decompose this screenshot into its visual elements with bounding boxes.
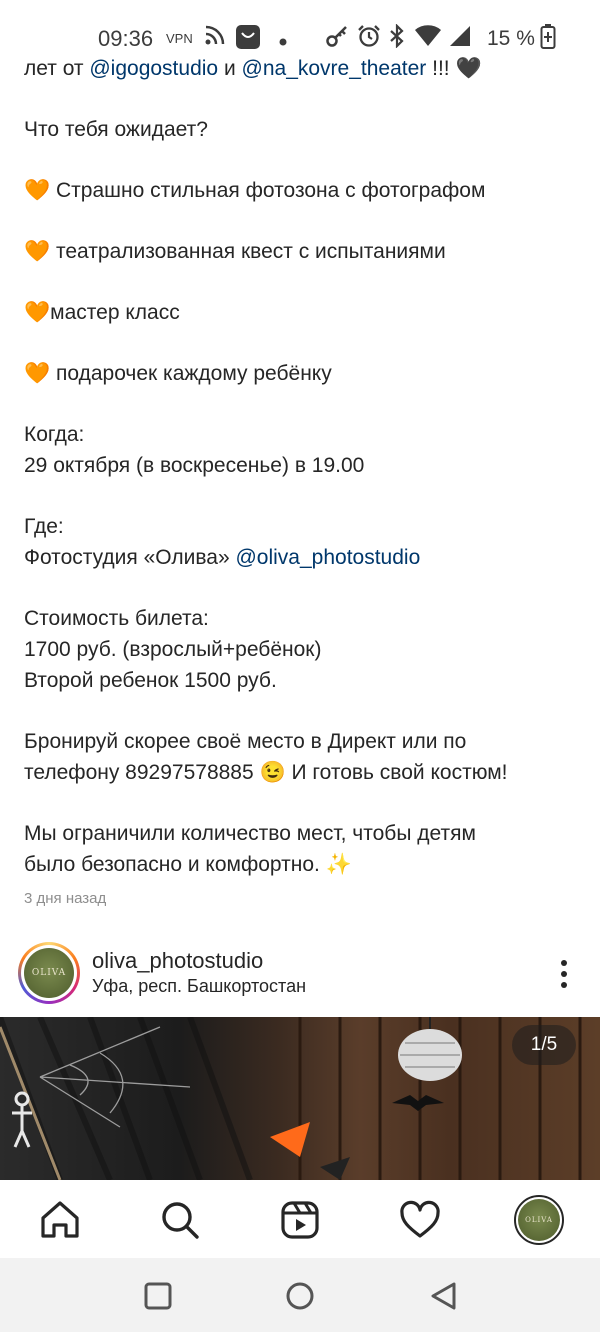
carousel-counter: 1/5 [512, 1025, 576, 1065]
caption-text: мастер класс [50, 301, 180, 324]
post-image[interactable] [0, 1017, 600, 1180]
orange-heart-icon: 🧡 [24, 362, 51, 385]
caption-line: Где: [24, 515, 64, 538]
avatar-logo: OLIVA [24, 948, 74, 998]
caption-line: Бронируй скорее своё место в Директ или … [24, 730, 467, 753]
more-options-icon[interactable] [552, 958, 576, 990]
vpn-indicator: VPN [166, 31, 193, 46]
caption-line: 1700 руб. (взрослый+ребёнок) [24, 638, 322, 661]
caption-line: телефону 89297578885 😉 И готовь свой кос… [24, 761, 508, 784]
orange-heart-icon: 🧡 [24, 301, 51, 324]
caption-text: театрализованная квест с испытаниями [50, 240, 446, 263]
recents-button[interactable] [142, 1280, 174, 1312]
signal-icon [448, 24, 472, 53]
caption-line: 🧡 подарочек каждому ребёнку [24, 362, 332, 386]
caption-line: 29 октября (в воскресенье) в 19.00 [24, 454, 365, 477]
alarm-icon [357, 24, 381, 53]
caption-text: подарочек каждому ребёнку [50, 362, 332, 385]
caption-line: Что тебя ожидает? [24, 118, 208, 141]
key-icon [326, 24, 350, 53]
reels-icon[interactable] [278, 1198, 322, 1242]
post-username[interactable]: oliva_photostudio [92, 948, 263, 974]
back-button[interactable] [428, 1280, 460, 1312]
avatar[interactable]: OLIVA [18, 942, 80, 1004]
profile-avatar-logo: OLIVA [518, 1199, 560, 1241]
post-photo-scene [0, 1017, 582, 1180]
status-bar: 09:36 VPN 15 % [0, 0, 600, 60]
battery-charging-icon [540, 24, 556, 55]
mention-oliva-photostudio[interactable]: @oliva_photostudio [235, 546, 420, 569]
mention-na-kovre-theater[interactable]: @na_kovre_theater [242, 57, 427, 80]
home-icon[interactable] [38, 1198, 82, 1242]
caption-line: Фотостудия «Олива» @oliva_photostudio [24, 546, 420, 570]
system-nav-bar [0, 1258, 600, 1332]
caption-line: 🧡 Страшно стильная фотозона с фотографом [24, 179, 485, 203]
rss-icon [204, 24, 226, 51]
dot-icon [279, 33, 287, 51]
caption-text: Фотостудия «Олива» [24, 546, 236, 569]
caption-line: лет от @igogostudio и @na_kovre_theater … [24, 57, 482, 81]
profile-avatar[interactable]: OLIVA [514, 1195, 564, 1245]
post-time-ago: 3 дня назад [24, 890, 107, 907]
caption-text: Страшно стильная фотозона с фотографом [50, 179, 486, 202]
caption-line: Второй ребенок 1500 руб. [24, 669, 277, 692]
heart-icon[interactable] [398, 1198, 442, 1242]
caption-line: 🧡 театрализованная квест с испытаниями [24, 240, 446, 264]
home-button[interactable] [284, 1280, 316, 1312]
caption-line: 🧡мастер класс [24, 301, 180, 325]
bluetooth-icon [389, 23, 405, 53]
caption-line: Когда: [24, 423, 85, 446]
caption-text: !!! 🖤 [426, 57, 482, 80]
caption-text: и [218, 57, 242, 80]
orange-heart-icon: 🧡 [24, 179, 51, 202]
caption-line: Мы ограничили количество мест, чтобы дет… [24, 822, 476, 845]
notification-app-icon [235, 24, 261, 55]
post-location[interactable]: Уфа, респ. Башкортостан [92, 976, 306, 997]
status-time: 09:36 [98, 26, 154, 51]
mention-igogostudio[interactable]: @igogostudio [89, 57, 218, 80]
caption-line: было безопасно и комфортно. ✨ [24, 853, 352, 876]
battery-percent: 15 % [487, 27, 535, 50]
post-header: OLIVA oliva_photostudio Уфа, респ. Башко… [0, 940, 600, 1006]
wifi-icon [414, 24, 442, 53]
caption-line: Стоимость билета: [24, 607, 209, 630]
caption-text: лет от [24, 57, 90, 80]
orange-heart-icon: 🧡 [24, 240, 51, 263]
bottom-nav: OLIVA [0, 1180, 600, 1258]
search-icon[interactable] [158, 1198, 202, 1242]
